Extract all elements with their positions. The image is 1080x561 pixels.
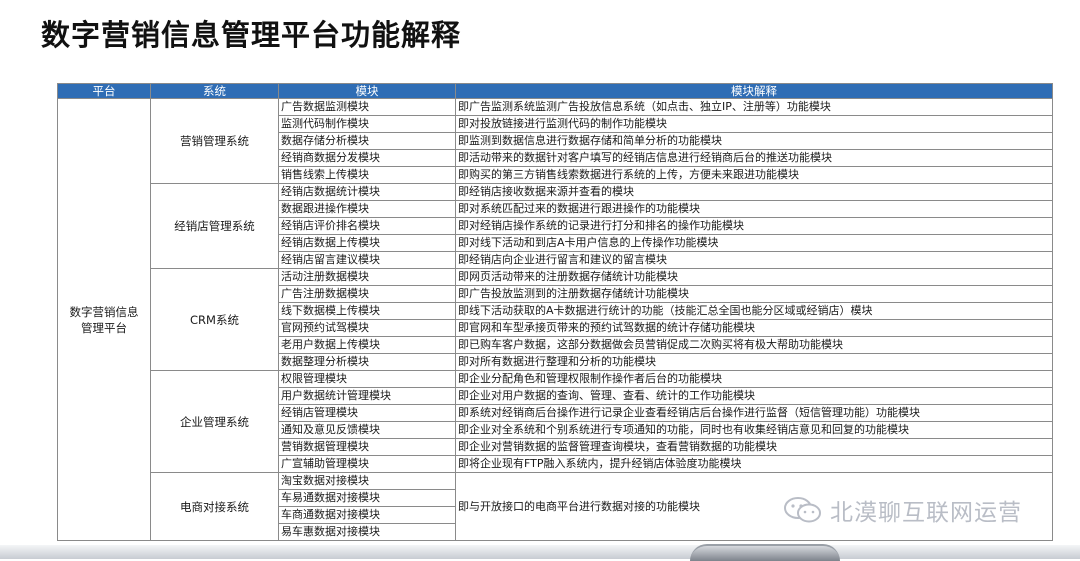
table-header-row: 平台 系统 模块 模块解释 <box>57 83 1053 99</box>
module-cell: 经销店管理模块 <box>278 404 456 422</box>
module-cell: 经销商数据分发模块 <box>278 149 456 167</box>
module-cell: 监测代码制作模块 <box>278 115 456 133</box>
module-cell: 线下数据模上传模块 <box>278 302 456 320</box>
header-module: 模块 <box>278 83 456 99</box>
module-cell: 经销店留言建议模块 <box>278 251 456 269</box>
desc-cell: 即已购车客户数据，这部分数据做会员营销促成二次购买将有极大帮助功能模块 <box>455 336 1053 354</box>
wechat-icon <box>784 497 821 523</box>
desc-cell: 即系统对经销商后台操作进行记录企业查看经销店后台操作进行监督（短信管理功能）功能… <box>455 404 1053 422</box>
module-cell: 车商通数据对接模块 <box>278 506 456 524</box>
system-cell-marketing: 营销管理系统 <box>150 98 279 184</box>
module-cell: 淘宝数据对接模块 <box>278 472 456 490</box>
module-cell: 用户数据统计管理模块 <box>278 387 456 405</box>
module-cell: 老用户数据上传模块 <box>278 336 456 354</box>
desc-cell: 即企业分配角色和管理权限制作操作者后台的功能模块 <box>455 370 1053 388</box>
module-cell: 活动注册数据模块 <box>278 268 456 286</box>
desc-cell: 即企业对用户数据的查询、管理、查看、统计的工作功能模块 <box>455 387 1053 405</box>
desc-cell: 即官网和车型承接页带来的预约试驾数据的统计存储功能模块 <box>455 319 1053 337</box>
module-cell: 车易通数据对接模块 <box>278 489 456 507</box>
module-cell: 经销店评价排名模块 <box>278 217 456 235</box>
module-cell: 销售线索上传模块 <box>278 166 456 184</box>
module-cell: 数据整理分析模块 <box>278 353 456 371</box>
table-row: CRM系统 活动注册数据模块 即网页活动带来的注册数据存储统计功能模块 <box>58 268 1053 371</box>
system-cell-ecommerce: 电商对接系统 <box>150 472 279 541</box>
table-row: 企业管理系统 权限管理模块 即企业分配角色和管理权限制作操作者后台的功能模块 <box>58 370 1053 473</box>
header-module-explanation: 模块解释 <box>455 83 1053 99</box>
module-cell: 通知及意见反馈模块 <box>278 421 456 439</box>
desc-cell: 即企业对营销数据的监督管理查询模块，查看营销数据的功能模块 <box>455 438 1053 456</box>
desc-cell: 即活动带来的数据针对客户填写的经销店信息进行经销商后台的推送功能模块 <box>455 149 1053 167</box>
function-table: 平台 系统 模块 模块解释 数字营销信息管理平台 营销管理系统 广告数据监测模块… <box>57 83 1053 541</box>
desc-cell: 即购买的第三方销售线索数据进行系统的上传，方便未来跟进功能模块 <box>455 166 1053 184</box>
module-cell: 数据存储分析模块 <box>278 132 456 150</box>
platform-cell: 数字营销信息管理平台 <box>57 98 151 541</box>
table-row: 数字营销信息管理平台 营销管理系统 广告数据监测模块 即广告监测系统监测广告投放… <box>57 98 1053 541</box>
desc-cell: 即监测到数据信息进行数据存储和简单分析的功能模块 <box>455 132 1053 150</box>
watermark: 北漠聊互联网运营 <box>782 493 1022 527</box>
desc-cell: 即线下活动获取的A卡数据进行统计的功能（技能汇总全国也能分区域或经销店）模块 <box>455 302 1053 320</box>
desc-cell: 即将企业现有FTP融入系统内，提升经销店体验度功能模块 <box>455 455 1053 473</box>
module-cell: 经销店数据统计模块 <box>278 183 456 201</box>
desc-cell: 即经销店向企业进行留言和建议的留言模块 <box>455 251 1053 269</box>
desc-cell: 即企业对全系统和个别系统进行专项通知的功能，同时也有收集经销店意见和回复的功能模… <box>455 421 1053 439</box>
module-cell: 官网预约试驾模块 <box>278 319 456 337</box>
table-row: 电商对接系统 淘宝数据对接模块 即与开放接口的电商平台进行数据对接的功能模块 <box>58 472 1053 541</box>
desc-cell: 即广告监测系统监测广告投放信息系统（如点击、独立IP、注册等）功能模块 <box>455 98 1053 116</box>
module-cell: 广告注册数据模块 <box>278 285 456 303</box>
module-cell: 营销数据管理模块 <box>278 438 456 456</box>
desc-cell: 即对经销店操作系统的记录进行打分和排名的操作功能模块 <box>455 217 1053 235</box>
module-cell: 权限管理模块 <box>278 370 456 388</box>
module-cell: 数据跟进操作模块 <box>278 200 456 218</box>
module-cell: 易车惠数据对接模块 <box>278 523 456 541</box>
module-cell: 经销店数据上传模块 <box>278 234 456 252</box>
desc-cell: 即对系统匹配过来的数据进行跟进操作的功能模块 <box>455 200 1053 218</box>
desc-cell: 即网页活动带来的注册数据存储统计功能模块 <box>455 268 1053 286</box>
header-platform: 平台 <box>57 83 151 99</box>
module-cell: 广宣辅助管理模块 <box>278 455 456 473</box>
system-cell-crm: CRM系统 <box>150 268 279 371</box>
desc-cell: 即对线下活动和到店A卡用户信息的上传操作功能模块 <box>455 234 1053 252</box>
desc-cell: 即对投放链接进行监测代码的制作功能模块 <box>455 115 1053 133</box>
header-system: 系统 <box>150 83 279 99</box>
desc-cell: 即对所有数据进行整理和分析的功能模块 <box>455 353 1053 371</box>
car-roof-graphic <box>690 544 840 561</box>
system-cell-dealer: 经销店管理系统 <box>150 183 279 269</box>
desc-cell: 即经销店接收数据来源并查看的模块 <box>455 183 1053 201</box>
system-cell-enterprise: 企业管理系统 <box>150 370 279 473</box>
bottom-decoration <box>0 545 1080 559</box>
desc-cell: 即广告投放监测到的注册数据存储统计功能模块 <box>455 285 1053 303</box>
module-cell: 广告数据监测模块 <box>278 98 456 116</box>
table-row: 经销店管理系统 经销店数据统计模块 即经销店接收数据来源并查看的模块 <box>58 183 1053 269</box>
watermark-text: 北漠聊互联网运营 <box>830 500 1022 526</box>
page-title: 数字营销信息管理平台功能解释 <box>41 18 462 52</box>
